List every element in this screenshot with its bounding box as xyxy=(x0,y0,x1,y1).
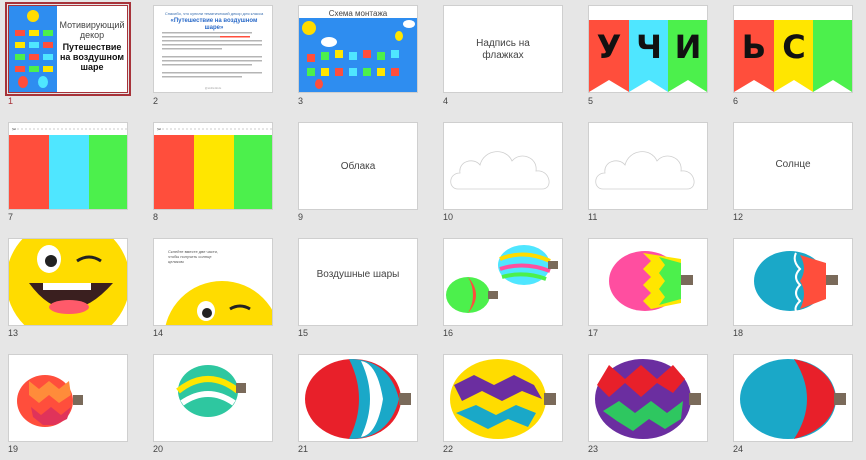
slide-number-23: 23 xyxy=(588,444,599,454)
slide-thumbnail-17[interactable] xyxy=(588,238,708,326)
slide-number-7: 7 xyxy=(8,212,14,222)
slide-thumbnail-14[interactable]: Склейте вместе две части, чтобы получить… xyxy=(153,238,273,326)
slide-thumbnail-15[interactable]: Воздушные шары xyxy=(298,238,418,326)
slide-4-title: Надпись на флажках xyxy=(476,38,530,61)
slide-thumbnail-19[interactable] xyxy=(8,354,128,442)
slide-8-blank-flags: ✂ xyxy=(154,127,272,209)
slide-thumbnail-24[interactable] xyxy=(733,354,853,442)
slide-6-letter-2: С xyxy=(782,28,806,66)
slide-thumbnail-21[interactable] xyxy=(298,354,418,442)
scissors-icon: ✂ xyxy=(12,127,16,133)
slide-number-10: 10 xyxy=(443,212,454,222)
slide-number-19: 19 xyxy=(8,444,19,454)
slide-23-balloon xyxy=(595,359,701,439)
slide-13-sun-face xyxy=(9,239,127,325)
slide-number-3: 3 xyxy=(298,96,304,106)
slide-5-letter-1: У xyxy=(596,28,622,66)
svg-text:✂: ✂ xyxy=(157,127,161,133)
slide-thumbnail-22[interactable] xyxy=(443,354,563,442)
slide-number-9: 9 xyxy=(298,212,304,222)
slide-6-letter-1: Ь xyxy=(741,28,767,66)
slide-number-21: 21 xyxy=(298,444,309,454)
slide-number-20: 20 xyxy=(153,444,164,454)
slide-2-footer: @skills4kids xyxy=(204,86,222,90)
slide-number-11: 11 xyxy=(588,212,598,222)
slide-thumbnail-2[interactable]: Спасибо, что купили тематический декор д… xyxy=(153,5,273,93)
slide-thumbnail-8[interactable]: ✂ xyxy=(153,122,273,210)
slide-thumbnail-16[interactable] xyxy=(443,238,563,326)
slide-number-4: 4 xyxy=(443,96,449,106)
slide-thumbnail-4[interactable]: Надпись на флажках xyxy=(443,5,563,93)
slide-1-title: Мотивирующий декор xyxy=(59,20,125,40)
slide-14-sun-half xyxy=(165,281,272,325)
slide-thumbnail-13[interactable] xyxy=(8,238,128,326)
slide-number-22: 22 xyxy=(443,444,454,454)
slide-thumbnail-3[interactable]: Схема монтажа xyxy=(298,5,418,93)
slide-12-title: Солнце xyxy=(775,159,811,170)
slide-thumbnail-10[interactable] xyxy=(443,122,563,210)
slide-thumbnail-7[interactable]: ✂ xyxy=(8,122,128,210)
slide-9-title: Облака xyxy=(340,161,376,172)
slide-24-balloon xyxy=(740,359,846,439)
slide-number-5: 5 xyxy=(588,96,594,106)
slide-number-14: 14 xyxy=(153,328,164,338)
slide-number-18: 18 xyxy=(733,328,744,338)
slide-18-balloon xyxy=(754,251,838,312)
slide-number-12: 12 xyxy=(733,212,744,222)
slide-thumbnail-23[interactable] xyxy=(588,354,708,442)
slide-number-2: 2 xyxy=(153,96,159,106)
slide-17-balloon xyxy=(609,251,693,311)
slide-19-balloon xyxy=(17,375,83,427)
slide-number-1: 1 xyxy=(8,96,14,106)
slide-20-balloon xyxy=(176,365,246,417)
slide-thumbnail-18[interactable] xyxy=(733,238,853,326)
slide-number-16: 16 xyxy=(443,328,454,338)
slide-thumbnail-6[interactable]: Ь С xyxy=(733,5,853,93)
slide-number-24: 24 xyxy=(733,444,744,454)
slide-number-17: 17 xyxy=(588,328,599,338)
slide-thumbnail-11[interactable] xyxy=(588,122,708,210)
slide-11-cloud-outline xyxy=(595,151,695,190)
slide-1-subtitle: Путешествие на воздушном шаре xyxy=(59,42,124,72)
slide-16-balloons xyxy=(446,245,558,313)
slide-5-letter-3: И xyxy=(674,28,702,66)
slide-7-blank-flags: ✂ xyxy=(9,127,127,209)
slide-number-15: 15 xyxy=(298,328,309,338)
slide-2-body-text-lines xyxy=(162,32,262,78)
slide-number-8: 8 xyxy=(153,212,159,222)
slide-5-letter-2: Ч xyxy=(636,28,662,66)
slide-number-13: 13 xyxy=(8,328,19,338)
slide-22-balloon xyxy=(450,359,556,439)
slide-21-balloon xyxy=(305,359,411,439)
slide-15-title: Воздушные шары xyxy=(316,269,400,280)
slide-thumbnail-5[interactable]: У Ч И xyxy=(588,5,708,93)
slide-thumbnail-1[interactable]: Мотивирующий декор Путешествие на воздуш… xyxy=(5,2,131,96)
slide-thumbnail-20[interactable] xyxy=(153,354,273,442)
slide-thumbnail-9[interactable]: Облака xyxy=(298,122,418,210)
slide-10-cloud-outline xyxy=(450,151,550,190)
slide-number-6: 6 xyxy=(733,96,739,106)
slide-thumbnail-12[interactable]: Солнце xyxy=(733,122,853,210)
slide-3-mounting-scheme xyxy=(299,18,417,92)
